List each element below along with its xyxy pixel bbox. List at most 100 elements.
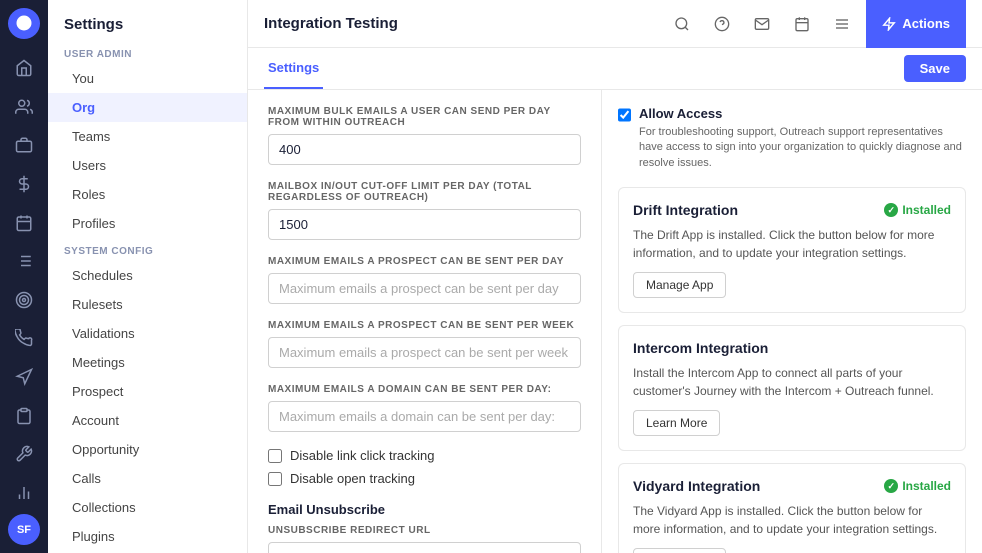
field-mailbox-limit: MAILBOX IN/OUT CUT-OFF LIMIT PER DAY (TO… <box>268 181 581 240</box>
sidebar-item-roles[interactable]: Roles <box>48 180 247 209</box>
sidebar-system-config-label: SYSTEM CONFIG <box>48 238 247 261</box>
content-area: MAXIMUM BULK EMAILS A USER CAN SEND PER … <box>248 90 982 553</box>
drift-manage-app-button[interactable]: Manage App <box>633 272 726 298</box>
user-avatar[interactable]: SF <box>8 514 40 545</box>
checkbox-link-tracking: Disable link click tracking <box>268 448 581 463</box>
vidyard-integration-description: The Vidyard App is installed. Click the … <box>633 502 951 538</box>
prospect-per-day-label: MAXIMUM EMAILS A PROSPECT CAN BE SENT PE… <box>268 256 581 267</box>
vidyard-installed-badge: ✓ Installed <box>884 479 951 493</box>
calendar-icon[interactable] <box>786 8 818 40</box>
sidebar-title: Settings <box>48 0 247 41</box>
field-prospect-per-day: MAXIMUM EMAILS A PROSPECT CAN BE SENT PE… <box>268 256 581 304</box>
sidebar-item-you[interactable]: You <box>48 64 247 93</box>
allow-access-checkbox[interactable] <box>618 108 631 122</box>
intercom-learn-more-button[interactable]: Learn More <box>633 410 720 436</box>
nav-clipboard-icon[interactable] <box>6 398 42 433</box>
help-icon[interactable] <box>706 8 738 40</box>
mailbox-limit-input[interactable] <box>268 209 581 240</box>
sidebar-item-rulesets[interactable]: Rulesets <box>48 290 247 319</box>
domain-per-day-input[interactable] <box>268 401 581 432</box>
allow-access-description: For troubleshooting support, Outreach su… <box>639 125 966 171</box>
settings-panel: MAXIMUM BULK EMAILS A USER CAN SEND PER … <box>248 90 602 553</box>
intercom-integration-card: Intercom Integration Install the Interco… <box>618 325 966 451</box>
drift-integration-name: Drift Integration <box>633 202 738 218</box>
vidyard-integration-name: Vidyard Integration <box>633 478 760 494</box>
search-icon[interactable] <box>666 8 698 40</box>
nav-navigation-icon[interactable] <box>6 360 42 395</box>
sidebar-item-org[interactable]: Org <box>48 93 247 122</box>
vidyard-manage-app-button[interactable]: Manage App <box>633 548 726 553</box>
page-title: Integration Testing <box>264 15 658 32</box>
sidebar-user-admin-label: USER ADMIN <box>48 41 247 64</box>
allow-access-label: Allow Access <box>639 106 966 121</box>
integrations-panel: Allow Access For troubleshooting support… <box>602 90 982 553</box>
prospect-per-day-input[interactable] <box>268 273 581 304</box>
sidebar-item-prospect[interactable]: Prospect <box>48 377 247 406</box>
sidebar-item-plugins[interactable]: Plugins <box>48 522 247 551</box>
field-bulk-emails: MAXIMUM BULK EMAILS A USER CAN SEND PER … <box>268 106 581 165</box>
nav-home-icon[interactable] <box>6 51 42 86</box>
nav-users-icon[interactable] <box>6 89 42 124</box>
nav-dollar-icon[interactable] <box>6 167 42 202</box>
actions-button[interactable]: Actions <box>866 0 966 48</box>
disable-link-tracking-label[interactable]: Disable link click tracking <box>290 448 435 463</box>
drift-integration-card: Drift Integration ✓ Installed The Drift … <box>618 187 966 313</box>
app-logo[interactable] <box>8 8 40 39</box>
intercom-integration-name: Intercom Integration <box>633 340 768 356</box>
vidyard-integration-header: Vidyard Integration ✓ Installed <box>633 478 951 494</box>
main-area: Integration Testing Actions Settings Sav… <box>248 0 982 553</box>
disable-open-tracking-label[interactable]: Disable open tracking <box>290 471 415 486</box>
field-prospect-per-week: MAXIMUM EMAILS A PROSPECT CAN BE SENT PE… <box>268 320 581 368</box>
sidebar-item-collections[interactable]: Collections <box>48 493 247 522</box>
domain-per-day-label: MAXIMUM EMAILS A DOMAIN CAN BE SENT PER … <box>268 384 581 395</box>
nav-tool-icon[interactable] <box>6 437 42 472</box>
field-domain-per-day: MAXIMUM EMAILS A DOMAIN CAN BE SENT PER … <box>268 384 581 432</box>
drift-integration-description: The Drift App is installed. Click the bu… <box>633 226 951 262</box>
unsubscribe-url-input[interactable] <box>268 542 581 553</box>
vidyard-integration-card: Vidyard Integration ✓ Installed The Vidy… <box>618 463 966 553</box>
checkbox-open-tracking: Disable open tracking <box>268 471 581 486</box>
prospect-per-week-label: MAXIMUM EMAILS A PROSPECT CAN BE SENT PE… <box>268 320 581 331</box>
top-header: Integration Testing Actions <box>248 0 982 48</box>
disable-link-tracking-checkbox[interactable] <box>268 449 282 463</box>
drift-installed-badge: ✓ Installed <box>884 203 951 217</box>
sidebar-item-opportunity[interactable]: Opportunity <box>48 435 247 464</box>
sidebar-item-users[interactable]: Users <box>48 151 247 180</box>
vidyard-installed-label: Installed <box>902 479 951 493</box>
nav-target-icon[interactable] <box>6 283 42 318</box>
drift-installed-dot: ✓ <box>884 203 898 217</box>
sidebar-item-account[interactable]: Account <box>48 406 247 435</box>
menu-icon[interactable] <box>826 8 858 40</box>
sidebar-item-validations[interactable]: Validations <box>48 319 247 348</box>
bulk-emails-input[interactable] <box>268 134 581 165</box>
nav-chart-icon[interactable] <box>6 476 42 511</box>
disable-open-tracking-checkbox[interactable] <box>268 472 282 486</box>
sidebar-item-teams[interactable]: Teams <box>48 122 247 151</box>
nav-calendar-icon[interactable] <box>6 205 42 240</box>
sidebar-item-profiles[interactable]: Profiles <box>48 209 247 238</box>
drift-integration-header: Drift Integration ✓ Installed <box>633 202 951 218</box>
tab-bar: Settings Save <box>248 48 982 90</box>
intercom-integration-header: Intercom Integration <box>633 340 951 356</box>
sidebar-item-schedules[interactable]: Schedules <box>48 261 247 290</box>
tab-settings[interactable]: Settings <box>264 48 323 89</box>
sidebar-item-meetings[interactable]: Meetings <box>48 348 247 377</box>
drift-installed-label: Installed <box>902 203 951 217</box>
mail-icon[interactable] <box>746 8 778 40</box>
prospect-per-week-input[interactable] <box>268 337 581 368</box>
nav-list-icon[interactable] <box>6 244 42 279</box>
allow-access-row: Allow Access For troubleshooting support… <box>618 106 966 171</box>
vidyard-installed-dot: ✓ <box>884 479 898 493</box>
email-unsubscribe-title: Email Unsubscribe <box>268 502 581 517</box>
save-button[interactable]: Save <box>904 55 966 82</box>
icon-bar: SF <box>0 0 48 553</box>
intercom-integration-description: Install the Intercom App to connect all … <box>633 364 951 400</box>
sidebar-item-calls[interactable]: Calls <box>48 464 247 493</box>
nav-briefcase-icon[interactable] <box>6 128 42 163</box>
nav-phone-icon[interactable] <box>6 321 42 356</box>
field-unsubscribe-url: UNSUBSCRIBE REDIRECT URL <box>268 525 581 553</box>
unsubscribe-url-label: UNSUBSCRIBE REDIRECT URL <box>268 525 581 536</box>
mailbox-limit-label: MAILBOX IN/OUT CUT-OFF LIMIT PER DAY (TO… <box>268 181 581 203</box>
bulk-emails-label: MAXIMUM BULK EMAILS A USER CAN SEND PER … <box>268 106 581 128</box>
sidebar: Settings USER ADMIN You Org Teams Users … <box>48 0 248 553</box>
